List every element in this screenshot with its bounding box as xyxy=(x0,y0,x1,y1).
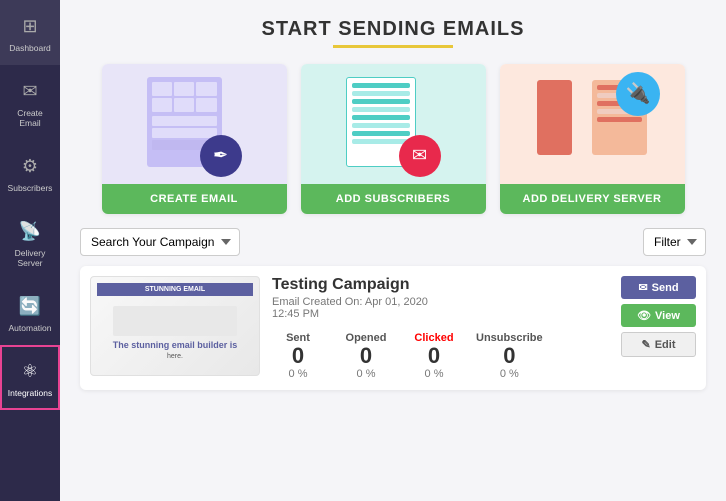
sidebar-item-automation[interactable]: 🔄 Automation xyxy=(0,280,60,345)
view-icon: 👁 xyxy=(637,309,651,322)
cards-row: ✒ CREATE EMAIL xyxy=(80,64,706,214)
stat-clicked-percent: 0 % xyxy=(408,368,460,380)
stat-opened: Opened 0 0 % xyxy=(340,332,392,380)
stat-opened-percent: 0 % xyxy=(340,368,392,380)
sidebar-item-subscribers[interactable]: ⚙ Subscribers xyxy=(0,140,60,205)
stat-sent: Sent 0 0 % xyxy=(272,332,324,380)
sidebar-item-label: Integrations xyxy=(8,388,52,398)
add-delivery-server-card-image: 🔌 xyxy=(500,64,685,184)
campaign-thumb-header: STUNNING EMAIL xyxy=(97,283,253,296)
sidebar-item-label: Dashboard xyxy=(9,43,51,53)
stat-clicked-value: 0 xyxy=(408,344,460,368)
stats-row: Sent 0 0 % Opened 0 0 % Clicked 0 0 % Un… xyxy=(272,332,609,380)
add-subscribers-button[interactable]: ADD SUBSCRIBERS xyxy=(301,184,486,214)
campaign-created-time: 12:45 PM xyxy=(272,308,319,320)
sidebar: ⊞ Dashboard ✉ Create Email ⚙ Subscribers… xyxy=(0,0,60,501)
view-button[interactable]: 👁 View xyxy=(621,304,696,327)
subscribers-icon: ⚙ xyxy=(16,152,44,180)
send-icon: ✉ xyxy=(638,281,647,294)
sidebar-item-label: Delivery Server xyxy=(6,248,54,268)
automation-icon: 🔄 xyxy=(16,292,44,320)
add-delivery-server-card: 🔌 ADD DELIVERY SERVER xyxy=(500,64,685,214)
dashboard-icon: ⊞ xyxy=(16,12,44,40)
send-button[interactable]: ✉ Send xyxy=(621,276,696,299)
campaign-thumbnail: STUNNING EMAIL The stunning email builde… xyxy=(90,276,260,376)
campaign-info: Testing Campaign Email Created On: Apr 0… xyxy=(272,276,609,380)
page-title: START SENDING EMAILS xyxy=(80,18,706,41)
filter-select[interactable]: Filter xyxy=(643,228,706,256)
sidebar-item-label: Automation xyxy=(9,323,52,333)
sidebar-item-dashboard[interactable]: ⊞ Dashboard xyxy=(0,0,60,65)
edit-icon: ✎ xyxy=(642,338,651,351)
stat-opened-value: 0 xyxy=(340,344,392,368)
search-campaign-select[interactable]: Search Your Campaign xyxy=(80,228,240,256)
sidebar-item-integrations[interactable]: ⚛ Integrations xyxy=(0,345,60,410)
stat-unsubscribe: Unsubscribe 0 0 % xyxy=(476,332,543,380)
integrations-icon: ⚛ xyxy=(16,357,44,385)
stat-sent-percent: 0 % xyxy=(272,368,324,380)
campaign-card: STUNNING EMAIL The stunning email builde… xyxy=(80,266,706,390)
sidebar-item-label: Subscribers xyxy=(8,183,53,193)
stat-unsubscribe-value: 0 xyxy=(476,344,543,368)
campaign-thumb-subtext: here. xyxy=(167,353,183,360)
edit-label: Edit xyxy=(655,339,676,351)
create-email-button[interactable]: CREATE EMAIL xyxy=(102,184,287,214)
stat-unsubscribe-percent: 0 % xyxy=(476,368,543,380)
add-subscribers-card-image: ✉ xyxy=(301,64,486,184)
title-underline xyxy=(333,45,453,48)
delivery-server-icon: 📡 xyxy=(16,217,44,245)
sidebar-item-label: Create Email xyxy=(6,108,54,128)
edit-button[interactable]: ✎ Edit xyxy=(621,332,696,357)
create-email-card-image: ✒ xyxy=(102,64,287,184)
main-content: START SENDING EMAILS xyxy=(60,0,726,501)
view-label: View xyxy=(655,310,680,322)
send-label: Send xyxy=(652,282,679,294)
filter-row: Search Your Campaign Filter xyxy=(80,228,706,256)
campaign-created-label: Email Created On: Apr 01, 2020 xyxy=(272,296,428,308)
add-delivery-server-button[interactable]: ADD DELIVERY SERVER xyxy=(500,184,685,214)
campaign-name: Testing Campaign xyxy=(272,276,609,294)
add-subscribers-card: ✉ ADD SUBSCRIBERS xyxy=(301,64,486,214)
create-email-icon: ✉ xyxy=(16,77,44,105)
sidebar-item-create-email[interactable]: ✉ Create Email xyxy=(0,65,60,140)
campaign-thumb-big-text: The stunning email builder is xyxy=(113,340,238,350)
sidebar-item-delivery-server[interactable]: 📡 Delivery Server xyxy=(0,205,60,280)
campaign-meta: Email Created On: Apr 01, 2020 12:45 PM xyxy=(272,296,609,320)
create-email-card: ✒ CREATE EMAIL xyxy=(102,64,287,214)
stat-clicked: Clicked 0 0 % xyxy=(408,332,460,380)
campaign-thumb-body: The stunning email builder is here. xyxy=(109,296,242,369)
stat-sent-value: 0 xyxy=(272,344,324,368)
campaign-actions: ✉ Send 👁 View ✎ Edit xyxy=(621,276,696,357)
